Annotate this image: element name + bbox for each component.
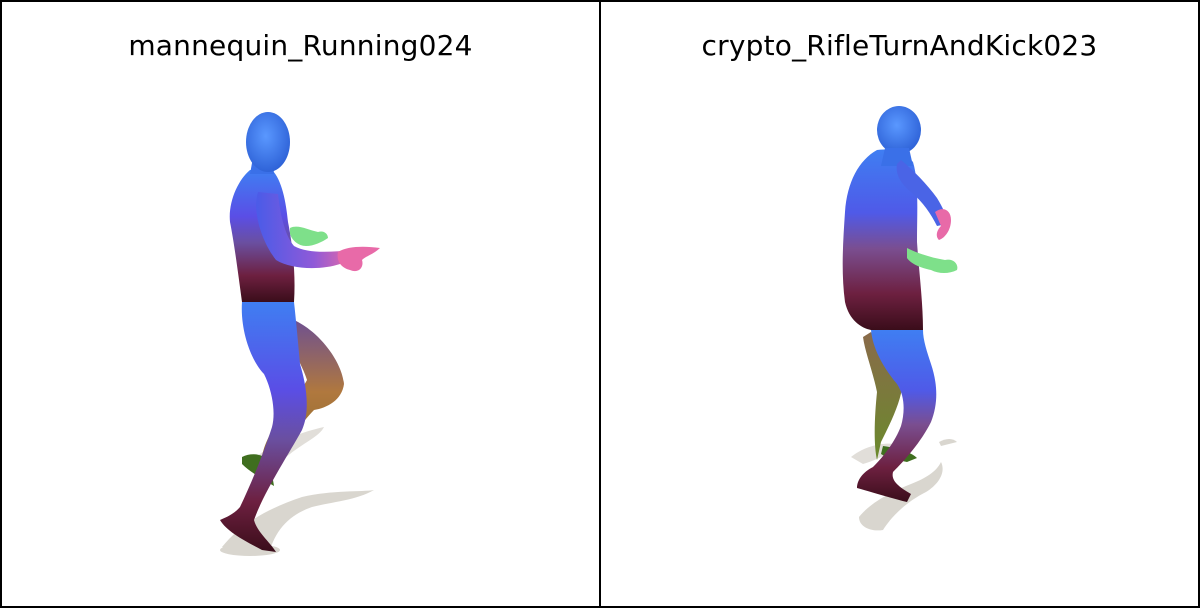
- mannequin-render: [220, 112, 380, 556]
- front-hand: [337, 246, 380, 272]
- head: [877, 106, 921, 154]
- panel-left: mannequin_Running024: [2, 2, 601, 606]
- figure-frame: mannequin_Running024 crypto_RifleTurnAnd…: [0, 0, 1200, 608]
- neck: [881, 148, 913, 166]
- head: [246, 112, 290, 172]
- crypto-render: [842, 106, 958, 531]
- panel-right: crypto_RifleTurnAndKick023: [601, 2, 1198, 606]
- back-hand: [290, 226, 328, 246]
